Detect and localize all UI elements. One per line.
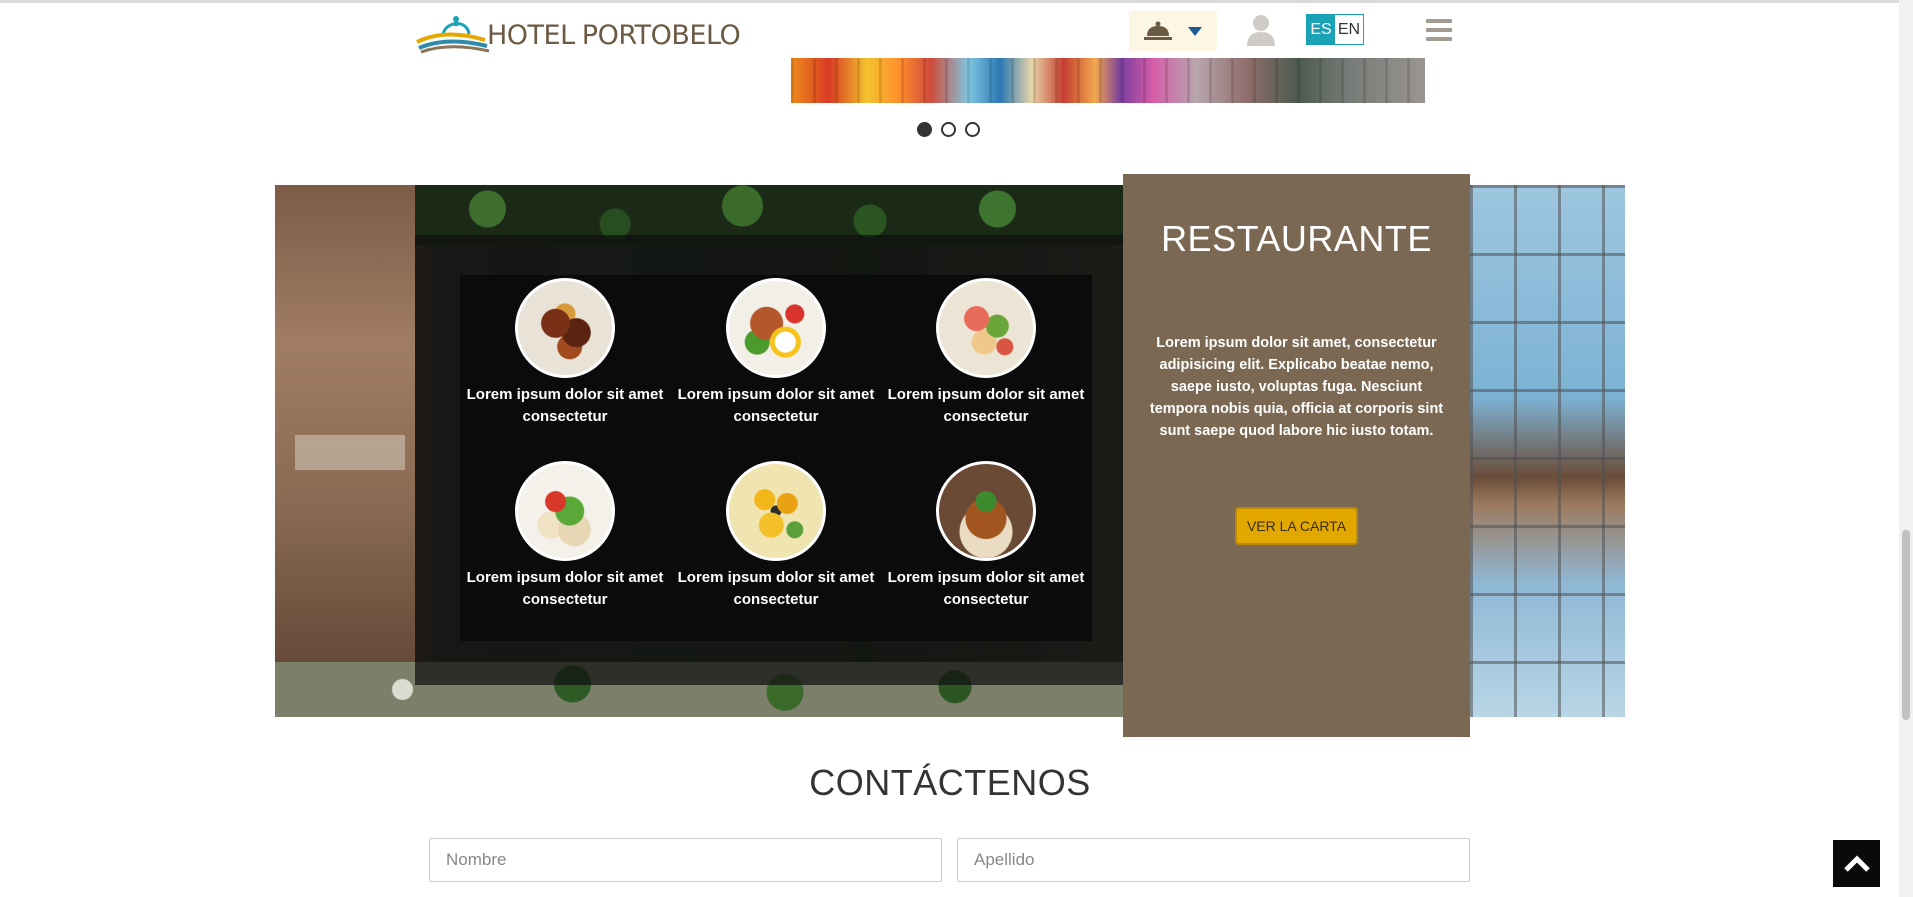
lang-es-button[interactable]: ES — [1307, 15, 1335, 44]
dish-caption: Lorem ipsum dolor sit amet consectetur — [466, 386, 664, 425]
view-menu-button[interactable]: VER LA CARTA — [1235, 507, 1358, 545]
hamburger-line — [1426, 19, 1452, 23]
slider-dot-2[interactable] — [941, 122, 956, 137]
dish-caption: Lorem ipsum dolor sit amet consectetur — [677, 386, 875, 425]
first-name-field[interactable] — [429, 838, 942, 882]
hotel-logo[interactable]: HOTEL PORTOBELO — [415, 10, 741, 54]
service-bell-icon — [1144, 21, 1172, 40]
slider-dot-1[interactable] — [917, 122, 932, 137]
dish-image — [936, 278, 1036, 378]
restaurant-wall — [275, 185, 415, 717]
service-dropdown-button[interactable] — [1129, 11, 1217, 51]
last-name-field[interactable] — [957, 838, 1470, 882]
dish-card[interactable]: Lorem ipsum dolor sit amet consectetur — [881, 461, 1091, 611]
page-scrollbar[interactable] — [1899, 0, 1913, 897]
hamburger-line — [1426, 28, 1452, 32]
dish-card[interactable]: Lorem ipsum dolor sit amet consectetur — [460, 461, 670, 611]
scroll-top-button[interactable] — [1833, 840, 1880, 887]
restaurant-window-image — [1470, 185, 1625, 717]
dish-image — [515, 278, 615, 378]
hamburger-menu-icon[interactable] — [1426, 19, 1452, 43]
hamburger-line — [1426, 37, 1452, 41]
logo-text: HOTEL PORTOBELO — [487, 19, 741, 51]
dish-image — [726, 461, 826, 561]
restaurant-info-panel: RESTAURANTE Lorem ipsum dolor sit amet, … — [1123, 174, 1470, 737]
dish-caption: Lorem ipsum dolor sit amet consectetur — [887, 569, 1085, 608]
dish-card[interactable]: Lorem ipsum dolor sit amet consectetur — [671, 461, 881, 611]
restaurant-title: RESTAURANTE — [1161, 218, 1432, 259]
dish-image — [726, 278, 826, 378]
dish-caption: Lorem ipsum dolor sit amet consectetur — [887, 386, 1085, 425]
logo-bell-icon — [416, 16, 490, 54]
lang-en-button[interactable]: EN — [1335, 15, 1363, 44]
contact-title: CONTÁCTENOS — [809, 762, 1091, 803]
dish-caption: Lorem ipsum dolor sit amet consectetur — [466, 569, 664, 608]
dish-card[interactable]: Lorem ipsum dolor sit amet consectetur — [460, 278, 670, 428]
logo-text-portobelo: PORTOBELO — [581, 19, 741, 51]
slider-dot-3[interactable] — [965, 122, 980, 137]
language-switcher: ES EN — [1306, 14, 1364, 45]
logo-text-hotel: HOTEL — [487, 19, 575, 51]
user-icon[interactable] — [1246, 14, 1276, 46]
dish-card[interactable]: Lorem ipsum dolor sit amet consectetur — [671, 278, 881, 428]
dish-caption: Lorem ipsum dolor sit amet consectetur — [677, 569, 875, 608]
chevron-up-icon — [1843, 854, 1870, 872]
restaurant-description: Lorem ipsum dolor sit amet, consectetur … — [1149, 335, 1444, 439]
top-border — [0, 0, 1913, 3]
caret-down-icon — [1188, 26, 1202, 36]
dish-image — [515, 461, 615, 561]
scrollbar-thumb[interactable] — [1902, 530, 1910, 720]
slider-image — [791, 58, 1425, 103]
page: HOTEL PORTOBELO ES EN Lorem ipsum dolor … — [0, 0, 1913, 897]
dish-card[interactable]: Lorem ipsum dolor sit amet consectetur — [881, 278, 1091, 428]
slider-dots — [917, 122, 980, 137]
dish-image — [936, 461, 1036, 561]
